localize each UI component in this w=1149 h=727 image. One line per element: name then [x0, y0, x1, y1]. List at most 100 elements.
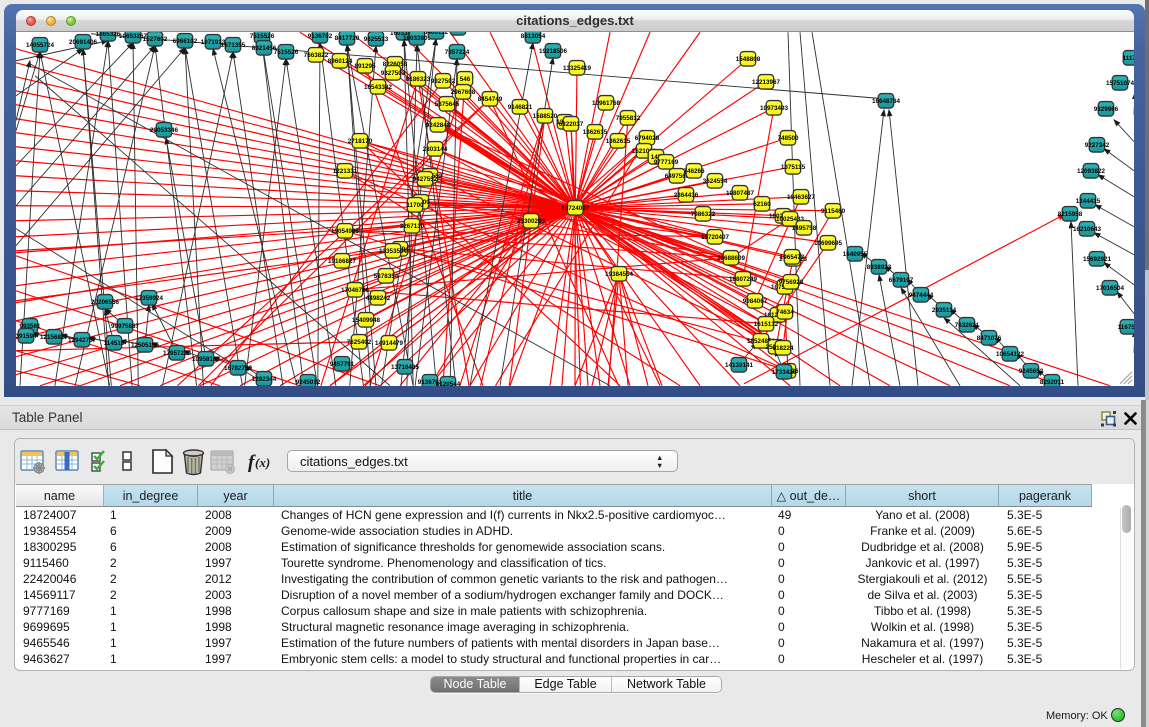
- svg-text:8120544: 8120544: [436, 380, 461, 385]
- svg-text:1221331: 1221331: [333, 167, 358, 174]
- svg-text:17046766: 17046766: [341, 286, 370, 293]
- svg-text:12942757: 12942757: [68, 336, 97, 343]
- svg-text:6322037: 6322037: [559, 120, 584, 127]
- svg-text:1671355: 1671355: [221, 41, 246, 48]
- svg-text:9227342: 9227342: [1085, 141, 1110, 148]
- svg-text:7632621: 7632621: [955, 321, 980, 328]
- svg-text:10688609: 10688609: [717, 254, 746, 261]
- svg-text:114519: 114519: [104, 339, 125, 346]
- svg-text:9245652: 9245652: [1019, 367, 1044, 374]
- svg-text:8417720: 8417720: [335, 34, 360, 41]
- svg-text:1495758: 1495758: [792, 224, 817, 231]
- svg-text:1244415: 1244415: [1076, 197, 1101, 204]
- svg-text:2967608: 2967608: [451, 88, 476, 95]
- svg-text:14914479: 14914479: [375, 339, 404, 346]
- svg-text:18724007: 18724007: [561, 204, 590, 211]
- svg-text:1292344: 1292344: [252, 375, 277, 382]
- svg-text:(x): (x): [255, 455, 270, 470]
- svg-text:8186323: 8186323: [406, 75, 431, 82]
- svg-text:8471076: 8471076: [977, 334, 1002, 341]
- svg-text:2935114: 2935114: [932, 306, 957, 313]
- svg-text:9115460: 9115460: [821, 207, 846, 214]
- svg-text:3624554: 3624554: [703, 177, 728, 184]
- svg-text:5878354: 5878354: [374, 272, 399, 279]
- svg-text:9327503: 9327503: [381, 69, 406, 76]
- svg-text:20206556: 20206556: [91, 298, 120, 305]
- svg-text:16033809: 16033809: [403, 34, 432, 41]
- svg-text:12093822: 12093822: [1077, 167, 1106, 174]
- svg-text:10958167: 10958167: [192, 355, 221, 362]
- svg-text:6679197: 6679197: [889, 276, 914, 283]
- svg-text:99975887: 99975887: [111, 322, 140, 329]
- svg-text:12156827: 12156827: [40, 333, 69, 340]
- svg-text:11700: 11700: [406, 201, 424, 208]
- svg-text:1065326: 1065326: [96, 32, 121, 38]
- svg-text:17016504: 17016504: [1096, 284, 1125, 291]
- svg-text:9427552: 9427552: [413, 175, 438, 182]
- svg-text:9329966: 9329966: [1094, 105, 1119, 112]
- svg-text:8813054: 8813054: [521, 32, 546, 39]
- svg-text:2718170: 2718170: [348, 137, 373, 144]
- svg-text:748500: 748500: [777, 134, 799, 141]
- svg-text:1527602: 1527602: [143, 35, 168, 42]
- svg-text:9146821: 9146821: [508, 103, 533, 110]
- svg-text:7986322: 7986322: [691, 210, 716, 217]
- svg-text:2803144: 2803144: [423, 145, 448, 152]
- svg-text:5875645: 5875645: [435, 100, 460, 107]
- svg-text:16648784: 16648784: [872, 97, 901, 104]
- svg-text:14055724: 14055724: [26, 41, 55, 48]
- svg-text:3267130: 3267130: [400, 222, 425, 229]
- svg-text:18807249: 18807249: [729, 275, 758, 282]
- svg-text:62160: 62160: [753, 200, 771, 207]
- svg-text:1965473: 1965473: [780, 253, 805, 260]
- svg-text:9625513: 9625513: [364, 35, 389, 42]
- svg-text:2364436: 2364436: [674, 191, 699, 198]
- svg-text:1362615: 1362615: [606, 137, 631, 144]
- svg-text:19054985: 19054985: [331, 227, 360, 234]
- svg-text:1588520: 1588520: [533, 112, 558, 119]
- svg-text:15720407: 15720407: [701, 233, 730, 240]
- svg-text:391594: 391594: [16, 332, 37, 339]
- svg-text:8454749: 8454749: [478, 95, 503, 102]
- svg-text:74634: 74634: [776, 308, 794, 315]
- svg-text:8215958: 8215958: [1058, 210, 1083, 217]
- svg-text:9245012: 9245012: [296, 378, 321, 385]
- svg-text:20691406: 20691406: [69, 38, 98, 45]
- svg-text:15409948: 15409948: [352, 316, 381, 323]
- svg-text:19166827: 19166827: [328, 257, 357, 264]
- svg-text:13353594: 13353594: [379, 247, 408, 254]
- svg-text:9756928: 9756928: [779, 278, 804, 285]
- svg-text:8960124: 8960124: [328, 57, 353, 64]
- svg-text:19463627: 19463627: [787, 193, 816, 200]
- svg-text:7663822: 7663822: [304, 51, 329, 58]
- svg-text:116753: 116753: [1118, 323, 1134, 330]
- svg-text:16782759: 16782759: [224, 364, 253, 371]
- svg-text:13325419: 13325419: [563, 64, 592, 71]
- svg-text:12505195: 12505195: [131, 341, 160, 348]
- svg-text:29053346: 29053346: [150, 126, 179, 133]
- svg-text:9457791: 9457791: [330, 360, 355, 367]
- svg-text:1733426: 1733426: [772, 368, 797, 375]
- svg-text:546: 546: [460, 75, 471, 82]
- svg-text:16543382: 16543382: [364, 83, 393, 90]
- svg-text:13716485: 13716485: [391, 363, 420, 370]
- svg-text:918224: 918224: [772, 344, 794, 351]
- svg-text:4498242: 4498242: [366, 294, 391, 301]
- svg-text:746266: 746266: [683, 167, 705, 174]
- svg-text:19699695: 19699695: [814, 239, 843, 246]
- svg-text:10973493: 10973493: [760, 104, 789, 111]
- svg-text:7955812: 7955812: [616, 114, 641, 121]
- svg-text:1615132: 1615132: [754, 320, 779, 327]
- svg-text:10807487: 10807487: [726, 189, 755, 196]
- svg-text:8292011: 8292011: [1040, 378, 1065, 385]
- svg-text:19218506: 19218506: [539, 47, 568, 54]
- svg-text:9327502: 9327502: [431, 77, 456, 84]
- svg-text:6794028: 6794028: [635, 134, 660, 141]
- svg-text:7625402: 7625402: [347, 338, 372, 345]
- svg-text:9777169: 9777169: [654, 158, 679, 165]
- svg-text:15692921: 15692921: [1083, 255, 1112, 262]
- svg-text:12213967: 12213967: [752, 78, 781, 85]
- svg-text:891295: 891295: [354, 62, 376, 69]
- svg-text:9084067: 9084067: [743, 297, 768, 304]
- svg-text:6966102: 6966102: [173, 37, 198, 44]
